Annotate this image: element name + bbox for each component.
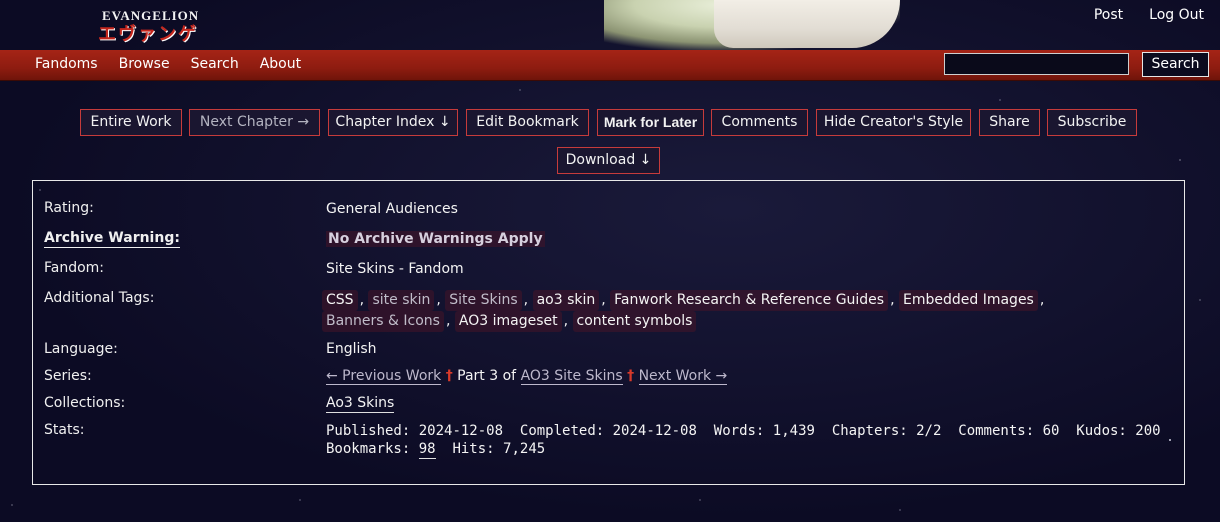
published-label: Published:: [326, 423, 411, 439]
series-part-text: Part 3 of: [457, 368, 517, 384]
post-link[interactable]: Post: [1094, 7, 1123, 23]
hide-creator-style-button[interactable]: Hide Creator's Style: [816, 109, 971, 136]
kudos-value: 200: [1135, 423, 1161, 439]
warning-label[interactable]: Archive Warning:: [44, 230, 180, 248]
user-links: Post Log Out: [1094, 7, 1204, 23]
chapters-label: Chapters:: [831, 423, 908, 439]
tags-label: Additional Tags:: [44, 290, 155, 306]
entire-work-button[interactable]: Entire Work: [80, 109, 182, 136]
subscribe-button[interactable]: Subscribe: [1047, 109, 1137, 136]
words-value: 1,439: [772, 423, 815, 439]
stats-label: Stats:: [44, 422, 85, 438]
series-label: Series:: [44, 368, 92, 384]
nav-search[interactable]: Search: [191, 56, 239, 72]
tag-item[interactable]: Banners & Icons: [322, 311, 444, 332]
cross-icon: †: [445, 368, 453, 384]
edit-bookmark-button[interactable]: Edit Bookmark: [466, 109, 589, 136]
bookmarks-label: Bookmarks:: [326, 441, 411, 457]
rating-label: Rating:: [44, 200, 94, 216]
next-work-link[interactable]: Next Work →: [638, 368, 728, 385]
collections-label: Collections:: [44, 395, 126, 411]
mark-for-later-button[interactable]: Mark for Later: [597, 109, 704, 136]
words-label: Words:: [713, 423, 765, 439]
header-portrait-image: [604, 0, 900, 50]
language-value: English: [326, 341, 377, 357]
share-button[interactable]: Share: [979, 109, 1040, 136]
fandom-value[interactable]: Site Skins - Fandom: [326, 261, 464, 277]
published-value: 2024-12-08: [418, 423, 504, 439]
tag-item[interactable]: Fanwork Research & Reference Guides: [610, 290, 889, 311]
nav-browse[interactable]: Browse: [119, 56, 170, 72]
tag-item[interactable]: ao3 skin: [532, 290, 600, 311]
download-button[interactable]: Download ↓: [557, 147, 660, 174]
comments-button[interactable]: Comments: [711, 109, 808, 136]
tag-item[interactable]: content symbols: [572, 311, 697, 332]
nav-fandoms[interactable]: Fandoms: [35, 56, 98, 72]
completed-label: Completed:: [519, 423, 605, 439]
tags-list: CSS, site skin, Site Skins, ao3 skin, Fa…: [322, 290, 1152, 332]
hits-label: Hits:: [452, 441, 495, 457]
chapter-index-button[interactable]: Chapter Index ↓: [328, 109, 458, 136]
language-label: Language:: [44, 341, 118, 357]
series-value: ← Previous Work † Part 3 of AO3 Site Ski…: [326, 368, 728, 385]
hits-value: 7,245: [503, 441, 546, 457]
search-input[interactable]: [944, 53, 1129, 75]
collection-link[interactable]: Ao3 Skins: [326, 395, 395, 413]
kudos-label: Kudos:: [1076, 423, 1127, 439]
site-header: EVANGELION エヴァンゲリオン Post Log Out: [0, 0, 1220, 70]
tag-item[interactable]: Embedded Images: [899, 290, 1038, 311]
cross-icon: †: [627, 368, 635, 384]
chapters-value: 2/2: [916, 423, 942, 439]
fandom-label: Fandom:: [44, 260, 105, 276]
comments-value: 60: [1042, 423, 1060, 439]
tag-item[interactable]: site skin: [368, 290, 435, 311]
previous-work-link[interactable]: ← Previous Work: [326, 368, 442, 385]
stats-value: Published: 2024-12-08 Completed: 2024-12…: [326, 422, 1161, 459]
tag-item[interactable]: CSS: [322, 290, 358, 311]
completed-value: 2024-12-08: [612, 423, 697, 439]
comments-label: Comments:: [958, 423, 1035, 439]
warning-value[interactable]: No Archive Warnings Apply: [326, 231, 545, 247]
logout-link[interactable]: Log Out: [1149, 7, 1204, 23]
next-chapter-button[interactable]: Next Chapter →: [189, 109, 320, 136]
search-button[interactable]: Search: [1142, 52, 1209, 77]
rating-value[interactable]: General Audiences: [326, 201, 458, 217]
series-link[interactable]: AO3 Site Skins: [520, 368, 623, 385]
bookmarks-link[interactable]: 98: [418, 441, 436, 459]
portrait-face: [714, 0, 900, 48]
primary-nav: Fandoms Browse Search About Search: [0, 50, 1220, 81]
nav-about[interactable]: About: [260, 56, 301, 72]
tag-item[interactable]: AO3 imageset: [454, 311, 562, 332]
tag-item[interactable]: Site Skins: [445, 290, 522, 311]
site-logo[interactable]: EVANGELION エヴァンゲリオン: [98, 6, 210, 70]
work-meta: Rating: General Audiences Archive Warnin…: [32, 180, 1185, 485]
